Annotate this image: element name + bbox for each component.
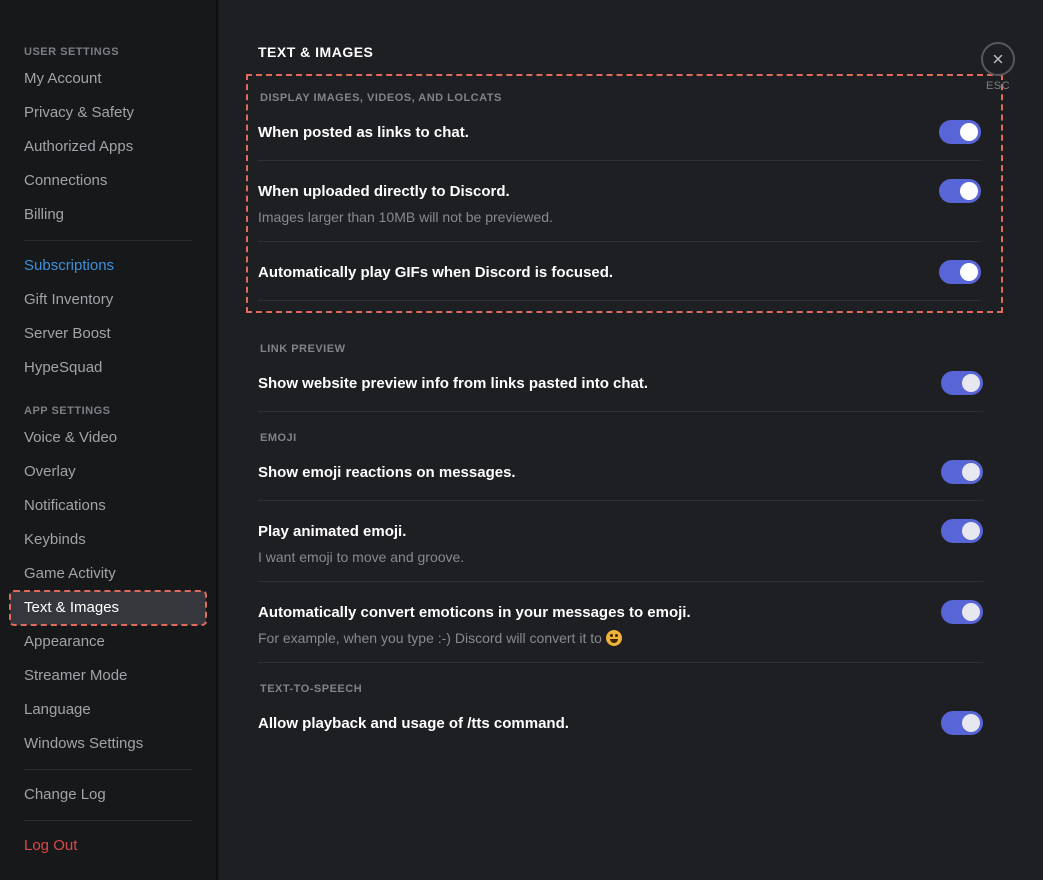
setting-title: When uploaded directly to Discord. xyxy=(258,183,510,200)
sidebar-item-game-activity[interactable]: Game Activity xyxy=(10,557,206,591)
sidebar-category-app: APP SETTINGS xyxy=(10,399,206,421)
section-header-link: LINK PREVIEW xyxy=(258,343,983,355)
sidebar-item-streamer-mode[interactable]: Streamer Mode xyxy=(10,659,206,693)
setting-title: Automatically convert emoticons in your … xyxy=(258,604,691,621)
setting-desc-text: For example, when you type :-) Discord w… xyxy=(258,630,606,646)
setting-link-preview: Show website preview info from links pas… xyxy=(258,371,983,412)
sidebar-item-authorized-apps[interactable]: Authorized Apps xyxy=(10,130,206,164)
sidebar-divider xyxy=(24,240,192,241)
setting-title: When posted as links to chat. xyxy=(258,124,469,141)
toggle-link-preview[interactable] xyxy=(941,371,983,395)
settings-sidebar: USER SETTINGS My Account Privacy & Safet… xyxy=(0,0,218,880)
sidebar-divider xyxy=(24,820,192,821)
setting-convert-emoticons: Automatically convert emoticons in your … xyxy=(258,600,983,663)
toggle-auto-gif[interactable] xyxy=(939,260,981,284)
toggle-emoji-reactions[interactable] xyxy=(941,460,983,484)
setting-title: Allow playback and usage of /tts command… xyxy=(258,715,569,732)
setting-title: Automatically play GIFs when Discord is … xyxy=(258,264,613,281)
setting-desc: For example, when you type :-) Discord w… xyxy=(258,630,983,646)
setting-tts: Allow playback and usage of /tts command… xyxy=(258,711,983,751)
sidebar-item-connections[interactable]: Connections xyxy=(10,164,206,198)
sidebar-item-voice-video[interactable]: Voice & Video xyxy=(10,421,206,455)
sidebar-item-billing[interactable]: Billing xyxy=(10,198,206,232)
section-header-display: DISPLAY IMAGES, VIDEOS, AND LOLCATS xyxy=(258,92,981,104)
display-images-section: DISPLAY IMAGES, VIDEOS, AND LOLCATS When… xyxy=(246,74,1003,313)
section-header-tts: TEXT-TO-SPEECH xyxy=(258,683,983,695)
sidebar-item-keybinds[interactable]: Keybinds xyxy=(10,523,206,557)
toggle-posted-links[interactable] xyxy=(939,120,981,144)
toggle-animated-emoji[interactable] xyxy=(941,519,983,543)
close-group: ESC xyxy=(981,42,1015,92)
sidebar-item-hypesquad[interactable]: HypeSquad xyxy=(10,351,206,385)
setting-animated-emoji: Play animated emoji. I want emoji to mov… xyxy=(258,519,983,582)
setting-title: Play animated emoji. xyxy=(258,523,406,540)
close-icon xyxy=(991,52,1005,66)
toggle-convert-emoticons[interactable] xyxy=(941,600,983,624)
sidebar-item-privacy[interactable]: Privacy & Safety xyxy=(10,96,206,130)
sidebar-item-log-out[interactable]: Log Out xyxy=(10,829,206,863)
sidebar-item-windows-settings[interactable]: Windows Settings xyxy=(10,727,206,761)
setting-title: Show emoji reactions on messages. xyxy=(258,464,516,481)
sidebar-item-subscriptions[interactable]: Subscriptions xyxy=(10,249,206,283)
sidebar-item-overlay[interactable]: Overlay xyxy=(10,455,206,489)
sidebar-category-user: USER SETTINGS xyxy=(10,40,206,62)
sidebar-item-my-account[interactable]: My Account xyxy=(10,62,206,96)
setting-desc: I want emoji to move and groove. xyxy=(258,549,983,565)
setting-uploaded-direct: When uploaded directly to Discord. Image… xyxy=(258,179,981,242)
sidebar-item-change-log[interactable]: Change Log xyxy=(10,778,206,812)
sidebar-item-gift-inventory[interactable]: Gift Inventory xyxy=(10,283,206,317)
setting-auto-gif: Automatically play GIFs when Discord is … xyxy=(258,260,981,301)
smile-emoji-icon xyxy=(606,630,622,646)
sidebar-item-language[interactable]: Language xyxy=(10,693,206,727)
sidebar-item-appearance[interactable]: Appearance xyxy=(10,625,206,659)
setting-posted-links: When posted as links to chat. xyxy=(258,120,981,161)
page-title: TEXT & IMAGES xyxy=(258,44,983,60)
setting-desc: Images larger than 10MB will not be prev… xyxy=(258,209,981,225)
sidebar-item-server-boost[interactable]: Server Boost xyxy=(10,317,206,351)
close-label: ESC xyxy=(981,80,1015,92)
toggle-uploaded-direct[interactable] xyxy=(939,179,981,203)
sidebar-divider xyxy=(24,769,192,770)
toggle-tts[interactable] xyxy=(941,711,983,735)
section-header-emoji: EMOJI xyxy=(258,432,983,444)
sidebar-item-text-images[interactable]: Text & Images xyxy=(10,591,206,625)
sidebar-item-notifications[interactable]: Notifications xyxy=(10,489,206,523)
settings-main: ESC TEXT & IMAGES DISPLAY IMAGES, VIDEOS… xyxy=(218,0,1043,880)
close-button[interactable] xyxy=(981,42,1015,76)
setting-emoji-reactions: Show emoji reactions on messages. xyxy=(258,460,983,501)
app-root: USER SETTINGS My Account Privacy & Safet… xyxy=(0,0,1043,880)
setting-title: Show website preview info from links pas… xyxy=(258,375,648,392)
